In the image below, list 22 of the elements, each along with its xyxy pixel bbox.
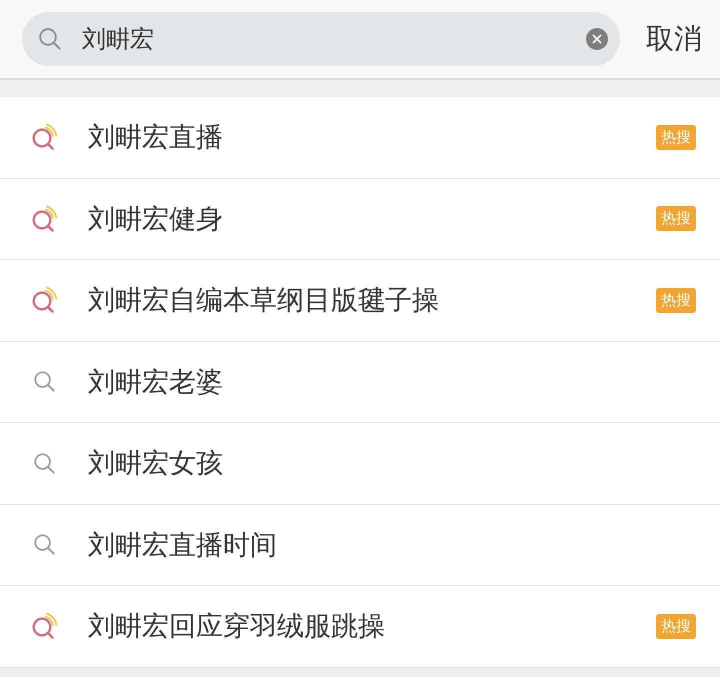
suggestion-item[interactable]: 刘畊宏直播 热搜 — [0, 97, 720, 178]
hot-badge: 热搜 — [656, 206, 696, 232]
hot-badge: 热搜 — [656, 288, 696, 313]
hot-badge: 热搜 — [656, 614, 696, 639]
hot-search-icon — [30, 204, 58, 233]
clear-icon[interactable] — [586, 28, 608, 50]
suggestion-item[interactable]: 刘畊宏自编本草纲目版毽子操 热搜 — [0, 260, 720, 342]
search-icon — [32, 533, 56, 556]
hot-search-icon — [30, 123, 58, 152]
search-field[interactable]: 刘畊宏 — [22, 12, 620, 66]
hot-search-icon — [30, 612, 58, 640]
search-icon — [32, 452, 56, 475]
cancel-button[interactable]: 取消 — [646, 22, 702, 56]
search-icon — [38, 27, 62, 51]
hot-badge: 热搜 — [656, 124, 696, 150]
suggestion-item[interactable]: 刘畊宏回应穿羽绒服跳操 热搜 — [0, 586, 720, 668]
suggestion-item[interactable]: 刘畊宏健身 热搜 — [0, 178, 720, 260]
suggestion-item[interactable]: 刘畊宏直播时间 — [0, 504, 720, 586]
hot-search-icon — [30, 286, 58, 314]
suggestion-item[interactable]: 刘畊宏老婆 — [0, 342, 720, 423]
suggestion-item[interactable]: 刘畊宏女孩 — [0, 423, 720, 504]
search-icon — [32, 370, 56, 394]
